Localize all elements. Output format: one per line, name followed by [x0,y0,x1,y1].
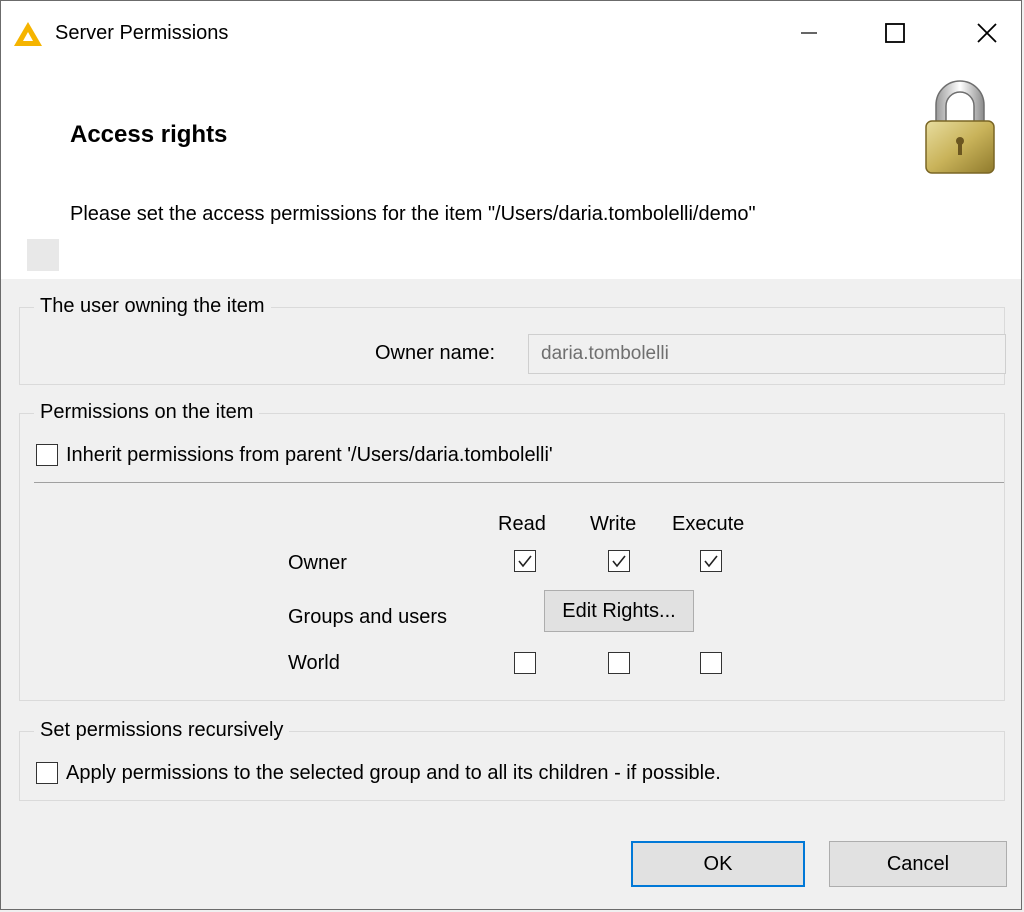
column-execute: Execute [672,513,745,535]
header-title: Access rights [70,121,228,148]
maximize-icon [885,23,905,43]
permissions-group-title: Permissions on the item [34,399,260,425]
ok-button[interactable]: OK [631,841,805,887]
close-icon [977,23,997,43]
minimize-icon [801,32,817,34]
permissions-separator [34,482,1004,483]
row-owner-label: Owner [288,552,347,574]
check-icon [704,555,718,568]
edit-rights-button[interactable]: Edit Rights... [544,590,694,632]
apply-recursive-checkbox[interactable] [36,762,58,784]
header-description: Please set the access permissions for th… [70,203,756,225]
lock-icon [925,80,995,174]
owner-name-label: Owner name: [375,342,496,364]
world-write-checkbox[interactable] [608,652,630,674]
owner-group: The user owning the item Owner name: dar… [19,293,1006,385]
window-title: Server Permissions [55,22,229,44]
warning-triangle-icon [14,22,42,46]
owner-read-checkbox[interactable] [514,550,536,572]
row-world-label: World [288,652,340,674]
row-groups-label: Groups and users [288,606,447,628]
check-icon [518,555,532,568]
recursive-group-title: Set permissions recursively [34,717,290,743]
placeholder-square [27,239,59,271]
owner-execute-checkbox[interactable] [700,550,722,572]
column-write: Write [590,513,637,535]
inherit-label: Inherit permissions from parent '/Users/… [66,444,553,466]
recursive-group: Set permissions recursively Apply permis… [19,717,1005,801]
minimize-button[interactable] [763,1,855,65]
world-execute-checkbox[interactable] [700,652,722,674]
world-read-checkbox[interactable] [514,652,536,674]
inherit-checkbox[interactable] [36,444,58,466]
owner-group-title: The user owning the item [34,293,271,319]
cancel-button[interactable]: Cancel [829,841,1007,887]
check-icon [612,555,626,568]
apply-recursive-label: Apply permissions to the selected group … [66,762,721,784]
dialog-header: Access rights Please set the access perm… [1,65,1021,279]
owner-name-field[interactable]: daria.tombolelli [528,334,1006,374]
server-permissions-dialog: Server Permissions Access rights Please … [0,0,1022,910]
title-bar[interactable]: Server Permissions [1,1,1021,65]
owner-write-checkbox[interactable] [608,550,630,572]
column-read: Read [498,513,546,535]
permissions-group: Permissions on the item Inherit permissi… [19,399,1005,701]
close-button[interactable] [941,1,1024,65]
maximize-button[interactable] [849,1,941,65]
